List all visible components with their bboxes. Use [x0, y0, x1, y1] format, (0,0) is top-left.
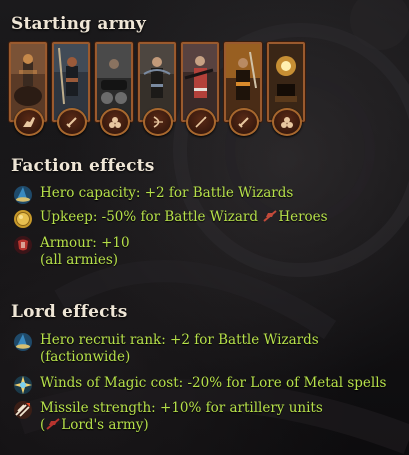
effect-line: Missile strength: +10% for artillery uni…	[40, 400, 323, 416]
unit-card[interactable]	[9, 42, 47, 136]
wizard-hat-icon	[14, 333, 32, 351]
effect-missile-strength: Missile strength: +10% for artillery uni…	[12, 400, 323, 434]
army-effects-panel: Starting army Faction effects Hero capac…	[0, 0, 409, 455]
cannonballs-icon	[272, 108, 302, 136]
starting-army-title: Starting army	[11, 14, 147, 34]
effect-line: (all armies)	[40, 252, 119, 268]
wizard-hat-icon	[14, 186, 32, 204]
effect-line: Winds of Magic cost: -20% for Lore of Me…	[40, 375, 387, 391]
cannonballs-icon	[100, 108, 130, 136]
effect-line: Armour: +10	[40, 235, 130, 251]
effect-upkeep: Upkeep: -50% for Battle Wizard Heroes	[12, 209, 328, 230]
gold-coin-icon	[14, 210, 32, 228]
effect-armour: Armour: +10 (all armies)	[12, 235, 130, 269]
effect-hero-recruit-rank: Hero recruit rank: +2 for Battle Wizards…	[12, 332, 319, 366]
magic-burst-icon	[14, 376, 32, 394]
effect-line: Hero capacity: +2 for Battle Wizards	[40, 185, 294, 201]
unit-card[interactable]	[52, 42, 90, 136]
effect-line: (factionwide)	[40, 349, 131, 365]
effect-line: Hero recruit rank: +2 for Battle Wizards	[40, 332, 319, 348]
unit-card[interactable]	[95, 42, 133, 136]
unit-card[interactable]	[267, 42, 305, 136]
gun-icon	[186, 108, 216, 136]
missile-strength-icon	[14, 401, 32, 419]
sword-icon	[229, 108, 259, 136]
lord-banner-icon	[46, 418, 60, 430]
armour-icon	[14, 236, 32, 254]
unit-card[interactable]	[138, 42, 176, 136]
effect-line-suffix: Lord's army)	[61, 417, 149, 433]
starting-army-units	[9, 42, 305, 137]
bow-icon	[143, 108, 173, 136]
effect-line: Upkeep: -50% for Battle Wizard	[40, 209, 263, 225]
hero-banner-icon	[263, 210, 277, 222]
effect-line-suffix: Heroes	[278, 209, 328, 225]
unit-card[interactable]	[224, 42, 262, 136]
effect-winds-of-magic: Winds of Magic cost: -20% for Lore of Me…	[12, 375, 386, 396]
lord-effects-title: Lord effects	[11, 302, 128, 322]
sword-icon	[57, 108, 87, 136]
effect-hero-capacity: Hero capacity: +2 for Battle Wizards	[12, 185, 293, 206]
faction-effects-title: Faction effects	[11, 156, 155, 176]
cavalry-icon	[14, 108, 44, 136]
unit-card[interactable]	[181, 42, 219, 136]
